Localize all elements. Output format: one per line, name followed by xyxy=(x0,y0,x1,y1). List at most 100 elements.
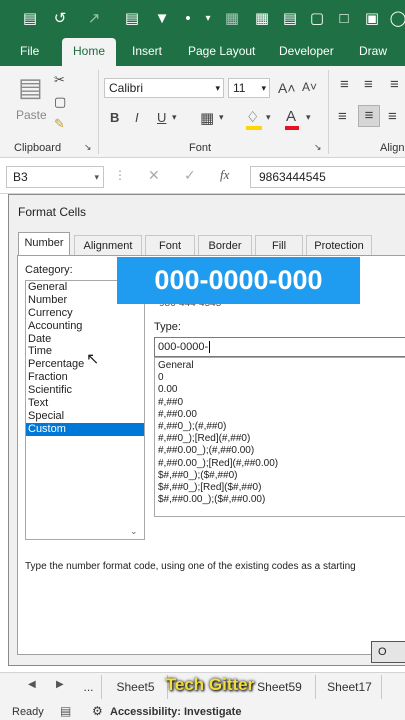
grid-icon[interactable]: ▦ xyxy=(252,9,272,29)
cell-style-icon[interactable]: ▢ xyxy=(307,9,327,29)
underline-icon[interactable]: U xyxy=(157,110,166,125)
chart-icon[interactable]: ↗ xyxy=(84,9,104,29)
list-item[interactable]: #,##0 xyxy=(155,397,405,409)
function-icon[interactable]: fx xyxy=(220,167,229,183)
tab-file[interactable]: File xyxy=(20,38,39,66)
italic-icon[interactable]: I xyxy=(135,110,139,125)
circle-icon[interactable]: ◯ xyxy=(388,9,405,29)
shrink-font-icon[interactable]: A˅ xyxy=(302,80,317,94)
tab-number[interactable]: Number xyxy=(18,232,70,256)
fill-color-icon[interactable]: ♢ xyxy=(246,108,259,126)
type-input[interactable]: 000-0000-​ xyxy=(154,337,405,357)
chevron-down-icon[interactable]: ▾ xyxy=(306,112,311,123)
filter-icon[interactable]: ▼ xyxy=(152,9,172,29)
enter-icon[interactable]: ✓ xyxy=(184,167,196,184)
chevron-down-icon[interactable]: ▾ xyxy=(198,9,218,29)
cancel-icon[interactable]: ✕ xyxy=(148,167,160,184)
list-item[interactable]: Text xyxy=(26,397,144,410)
macro-icon[interactable]: ▤ xyxy=(60,704,71,718)
ok-button[interactable]: O xyxy=(371,641,405,663)
list-item[interactable]: Fraction xyxy=(26,371,144,384)
chevron-down-icon[interactable]: ▾ xyxy=(215,79,220,97)
list-item[interactable]: $#,##0_);[Red]($#,##0) xyxy=(155,482,405,494)
chevron-down-icon[interactable]: ▾ xyxy=(219,112,224,123)
name-box[interactable]: B3 ▾ xyxy=(6,166,104,188)
cut-icon[interactable]: ✂ xyxy=(54,72,65,88)
scroll-down-icon[interactable]: ⌄ xyxy=(130,526,138,537)
type-list[interactable]: General 0 0.00 #,##0 #,##0.00 #,##0_);(#… xyxy=(154,357,405,517)
quick-access-toolbar: ▤ ↺ ↗ ▤ ▼ • ▾ ▦ ▦ ▤ ▢ □ ▣ ◯ xyxy=(0,0,405,38)
bold-icon[interactable]: B xyxy=(110,110,119,125)
top-align-icon[interactable]: ≡ xyxy=(340,76,349,93)
list-item[interactable]: 0.00 xyxy=(155,384,405,396)
font-color-icon[interactable]: A xyxy=(286,108,296,125)
chevron-down-icon[interactable]: ▾ xyxy=(94,167,99,187)
grow-font-icon[interactable]: A˄ xyxy=(278,80,296,96)
accessibility-icon[interactable]: ⚙ xyxy=(92,704,103,718)
tab-font[interactable]: Font xyxy=(145,235,195,255)
tab-protection[interactable]: Protection xyxy=(306,235,372,255)
redo-icon[interactable]: ↺ xyxy=(50,9,70,29)
tab-fill[interactable]: Fill xyxy=(255,235,303,255)
category-list[interactable]: General Number Currency Accounting Date … xyxy=(25,280,145,540)
formula-input[interactable]: 9863444545 xyxy=(250,166,405,188)
scroll-left-icon[interactable]: ◀ xyxy=(28,679,36,690)
list-item[interactable]: #,##0_);(#,##0) xyxy=(155,421,405,433)
text-cursor: ​ xyxy=(209,341,211,353)
tab-insert[interactable]: Insert xyxy=(132,38,162,66)
tab-page-layout[interactable]: Page Layout xyxy=(188,38,255,66)
paste-icon[interactable]: ▤ xyxy=(18,72,43,103)
autosave-icon[interactable]: ▤ xyxy=(20,9,40,29)
list-item[interactable]: Special xyxy=(26,410,144,423)
list-item[interactable]: Accounting xyxy=(26,320,144,333)
list-item-selected[interactable]: Custom xyxy=(26,422,144,436)
list-item[interactable]: $#,##0.00_);($#,##0.00) xyxy=(155,494,405,506)
list-item[interactable]: General xyxy=(155,360,405,372)
table-icon[interactable]: ▦ xyxy=(222,9,242,29)
dialog-launcher-icon[interactable]: ↘ xyxy=(314,142,322,153)
list-item[interactable]: $#,##0_);($#,##0) xyxy=(155,470,405,482)
list-item[interactable]: Date xyxy=(26,333,144,346)
tab-alignment[interactable]: Alignment xyxy=(74,235,142,255)
paste-label[interactable]: Paste xyxy=(16,108,47,122)
borders-icon[interactable]: ▦ xyxy=(200,109,214,127)
tab-border[interactable]: Border xyxy=(198,235,252,255)
tab-draw[interactable]: Draw xyxy=(359,38,387,66)
list-item[interactable]: #,##0.00 xyxy=(155,409,405,421)
list-item[interactable]: Percentage xyxy=(26,358,144,371)
chevron-down-icon[interactable]: ▾ xyxy=(172,112,177,123)
tab-home[interactable]: Home xyxy=(62,38,116,66)
list-item[interactable]: Scientific xyxy=(26,384,144,397)
list-item[interactable]: Time xyxy=(26,345,144,358)
dialog-launcher-icon[interactable]: ↘ xyxy=(84,142,92,153)
chevron-down-icon[interactable]: ▾ xyxy=(261,79,266,97)
align-right-icon[interactable]: ≡ xyxy=(388,108,397,125)
dot-icon[interactable]: • xyxy=(178,9,198,29)
list-item[interactable]: Currency xyxy=(26,307,144,320)
font-group-label: Font xyxy=(189,142,212,154)
scroll-right-icon[interactable]: ▶ xyxy=(56,679,64,690)
font-size-box[interactable]: 11 ▾ xyxy=(228,78,270,98)
list-item[interactable]: #,##0.00_);[Red](#,##0.00) xyxy=(155,458,405,470)
bottom-align-icon[interactable]: ≡ xyxy=(390,76,399,93)
chevron-down-icon[interactable]: ▾ xyxy=(266,112,271,123)
format-painter-icon[interactable]: ✎ xyxy=(54,116,65,132)
comment-icon[interactable]: □ xyxy=(334,9,354,29)
copy-icon[interactable]: ▢ xyxy=(54,94,66,110)
sheet-tab-ellipsis[interactable]: ... xyxy=(76,675,102,699)
category-label: Category: xyxy=(25,264,73,276)
list-item[interactable]: #,##0.00_);(#,##0.00) xyxy=(155,445,405,457)
list-item[interactable]: 0 xyxy=(155,372,405,384)
overlay-banner: 000-0000-000 xyxy=(117,257,360,304)
align-left-icon[interactable]: ≡ xyxy=(338,108,347,125)
camera-icon[interactable]: ▣ xyxy=(362,9,382,29)
sheet-tab-sheet17[interactable]: Sheet17 xyxy=(318,675,382,699)
font-name-box[interactable]: Calibri ▾ xyxy=(104,78,224,98)
layout-icon[interactable]: ▤ xyxy=(280,9,300,29)
middle-align-icon[interactable]: ≡ xyxy=(364,76,373,93)
accessibility-status[interactable]: Accessibility: Investigate xyxy=(110,706,241,718)
form-icon[interactable]: ▤ xyxy=(122,9,142,29)
tab-developer[interactable]: Developer xyxy=(279,38,334,66)
align-center-icon[interactable]: ≡ xyxy=(358,105,380,127)
list-item[interactable]: #,##0_);[Red](#,##0) xyxy=(155,433,405,445)
